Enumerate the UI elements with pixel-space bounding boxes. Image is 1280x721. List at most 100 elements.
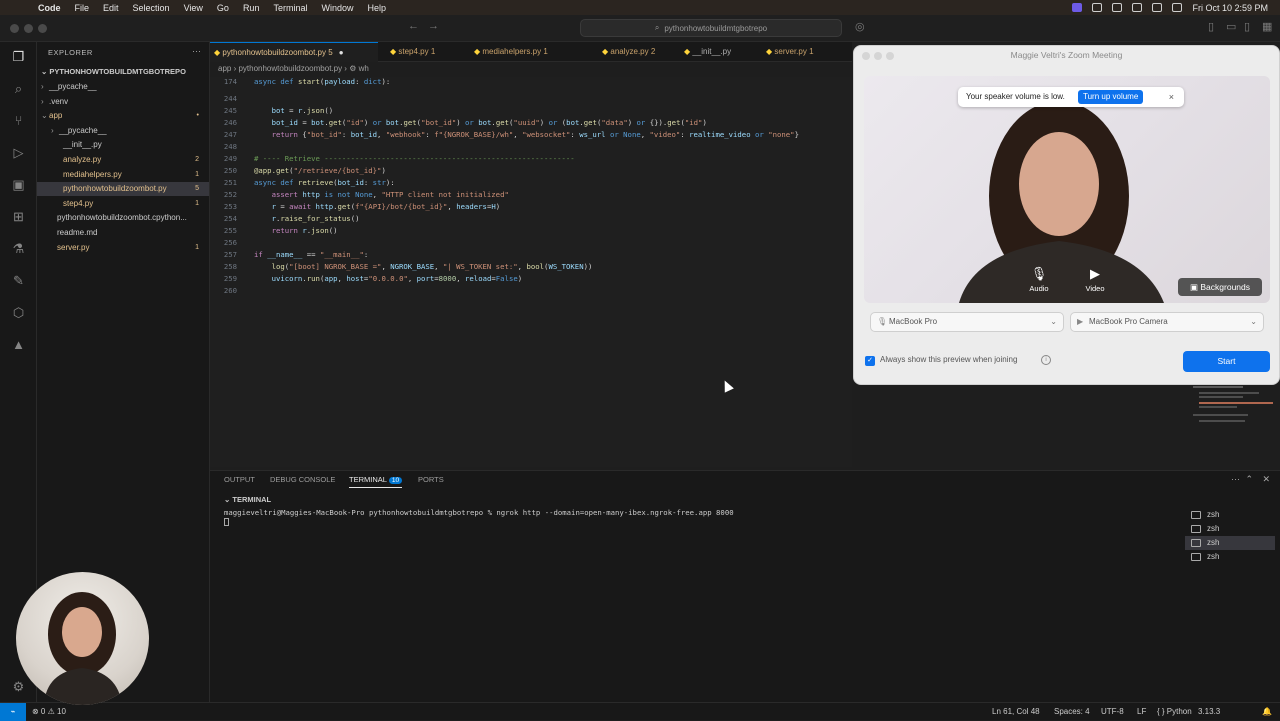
panel-tab-terminal[interactable]: TERMINAL 10 [349,475,403,488]
panel-more-icon[interactable]: ··· [1231,474,1240,484]
tab-step4[interactable]: ◆ step4.py 1 [386,42,435,62]
wifi-icon[interactable] [1152,3,1163,12]
file-tree-item[interactable]: step4.py 1 [37,197,209,211]
extensions-icon[interactable]: ⊞ [10,208,27,225]
code-line[interactable]: uvicorn.run(app, host="0.0.0.0", port=80… [254,274,523,283]
file-tree-item[interactable]: analyze.py 2 [37,153,209,167]
menubar-clock[interactable]: Fri Oct 10 2:59 PM [1192,3,1268,13]
code-line[interactable]: async def start(payload: dict): [254,77,390,86]
maximize-panel-icon[interactable]: ⌃ [1245,474,1253,485]
notifications-bell-icon[interactable]: 🔔 [1262,707,1272,716]
file-tree-item[interactable]: __init__.py [37,138,209,152]
audio-button[interactable]: 🎙 Audio [1024,266,1054,293]
toggle-panel-icon[interactable]: ▭ [1226,20,1236,33]
code-line[interactable]: # ---- Retrieve ------------------------… [254,154,575,163]
code-line[interactable]: bot_id = bot.get("id") or bot.get("bot_i… [254,118,707,127]
file-tree-item[interactable]: pythonhowtobuildzoombot.py 5 [37,182,209,197]
backgrounds-button[interactable]: ▣ Backgrounds [1178,278,1262,296]
microphone-select[interactable]: 🎙 MacBook Pro ⌄ [870,312,1064,332]
zoom-window-button[interactable] [38,24,47,33]
code-line[interactable]: bot = r.json() [254,106,334,115]
zoom-status-icon[interactable] [1092,3,1103,12]
tab-server[interactable]: ◆ server.py 1 [762,42,814,62]
turn-up-volume-button[interactable]: Turn up volume [1078,90,1144,104]
menu-go[interactable]: Go [217,3,229,13]
terminal-instance[interactable]: zsh [1185,536,1275,550]
line-endings[interactable]: LF [1137,707,1146,716]
terminal-instance[interactable]: zsh [1185,508,1275,522]
minimize-window-button[interactable] [24,24,33,33]
code-line[interactable]: r = await http.get(f"{API}/bot/{bot_id}"… [254,202,501,211]
run-debug-icon[interactable]: ▷ [10,144,27,161]
source-control-icon[interactable]: ⑂ [10,112,27,129]
close-icon[interactable]: × [1169,87,1174,107]
menu-view[interactable]: View [184,3,203,13]
code-line[interactable]: log("[boot] NGROK_BASE =", NGROK_BASE, "… [254,262,593,271]
python-version[interactable]: 3.13.3 [1198,707,1220,716]
code-editor[interactable]: 174 async def start(payload: dict): 244 245… [210,77,852,467]
search-icon[interactable] [1172,3,1183,12]
start-button[interactable]: Start [1183,351,1270,372]
back-arrow-icon[interactable]: ← [408,20,419,32]
forward-arrow-icon[interactable]: → [428,20,439,32]
search-icon[interactable]: ⌕ [10,80,27,97]
remote-explorer-icon[interactable]: ▣ [10,176,27,193]
problems-count[interactable]: ⊗ 0 ⚠ 10 [32,707,66,716]
file-tree-item[interactable]: readme.md [37,226,209,240]
code-line[interactable]: @app.get("/retrieve/{bot_id}") [254,166,386,175]
camera-select[interactable]: ▶ MacBook Pro Camera ⌄ [1070,312,1264,332]
menu-app[interactable]: Code [38,3,61,13]
file-tree-item[interactable]: ⌄ app • [37,109,209,123]
tab-mediahelpers[interactable]: ◆ mediahelpers.py 1 [470,42,548,62]
indentation[interactable]: Spaces: 4 [1054,707,1090,716]
menu-help[interactable]: Help [367,3,386,13]
code-line[interactable]: return {"bot_id": bot_id, "webhook": f"{… [254,130,799,139]
tab-analyze[interactable]: ◆ analyze.py 2 [598,42,655,62]
cursor-position[interactable]: Ln 61, Col 48 [992,707,1040,716]
command-center-search[interactable]: ⌕ pythonhowtobuildmtgbotrepo [580,19,842,37]
info-icon[interactable]: i [1041,355,1051,365]
tab-init[interactable]: ◆ __init__.py [680,42,731,62]
menu-terminal[interactable]: Terminal [273,3,307,13]
file-tree-item[interactable]: › .venv [37,95,209,109]
terminal-output[interactable]: maggieveltri@Maggies-MacBook-Pro pythonh… [224,508,734,517]
tab-pythonhowtobuildzoombot[interactable]: ◆ pythonhowtobuildzoombot.py 5 ● [210,42,378,62]
file-tree-item[interactable]: mediahelpers.py 1 [37,168,209,182]
menu-run[interactable]: Run [243,3,260,13]
menu-window[interactable]: Window [321,3,353,13]
file-tree-item[interactable]: pythonhowtobuildzoombot.cpython... [37,211,209,225]
code-line[interactable]: return r.json() [254,226,338,235]
close-window-button[interactable] [10,24,19,33]
code-line[interactable]: assert http is not None, "HTTP client no… [254,190,509,199]
breadcrumb[interactable]: app › pythonhowtobuildzoombot.py › ⚙ wh [218,64,838,77]
minimap[interactable] [1193,384,1273,428]
encoding[interactable]: UTF-8 [1101,707,1124,716]
toggle-secondary-sidebar-icon[interactable]: ▯ [1244,20,1250,33]
explorer-icon[interactable]: ❐ [10,48,27,65]
panel-tab-debug-console[interactable]: DEBUG CONSOLE [270,475,335,484]
copilot-icon[interactable]: ◎ [855,20,865,33]
screen-record-icon[interactable] [1072,3,1083,12]
terminal-instance[interactable]: zsh [1185,522,1275,536]
panel-tab-output[interactable]: OUTPUT [224,475,255,484]
deploy-icon[interactable]: ▲ [10,336,27,353]
control-center-icon[interactable] [1112,3,1123,12]
code-line[interactable]: async def retrieve(bot_id: str): [254,178,395,187]
battery-icon[interactable] [1132,3,1143,12]
file-tree-item[interactable]: server.py 1 [37,241,209,255]
menu-edit[interactable]: Edit [103,3,119,13]
always-show-preview-checkbox[interactable]: ✓ [865,356,875,366]
menu-selection[interactable]: Selection [133,3,170,13]
toggle-sidebar-icon[interactable]: ▯ [1208,20,1214,33]
explorer-root-folder[interactable]: ⌄ PYTHONHOWTOBUILDMTGBOTREPO [41,67,186,76]
video-button[interactable]: ▶ Video [1080,266,1110,293]
file-tree-item[interactable]: › __pycache__ [37,80,209,94]
language-mode[interactable]: { } Python [1157,707,1192,716]
file-tree-item[interactable]: › __pycache__ [37,124,209,138]
settings-gear-icon[interactable]: ⚙ [10,678,27,695]
remote-indicator-icon[interactable]: ⌁ [0,703,26,721]
terminal-instance[interactable]: zsh [1185,550,1275,564]
containers-icon[interactable]: ⬡ [10,304,27,321]
close-panel-icon[interactable]: ✕ [1262,474,1270,485]
more-actions-icon[interactable]: ··· [192,46,201,56]
